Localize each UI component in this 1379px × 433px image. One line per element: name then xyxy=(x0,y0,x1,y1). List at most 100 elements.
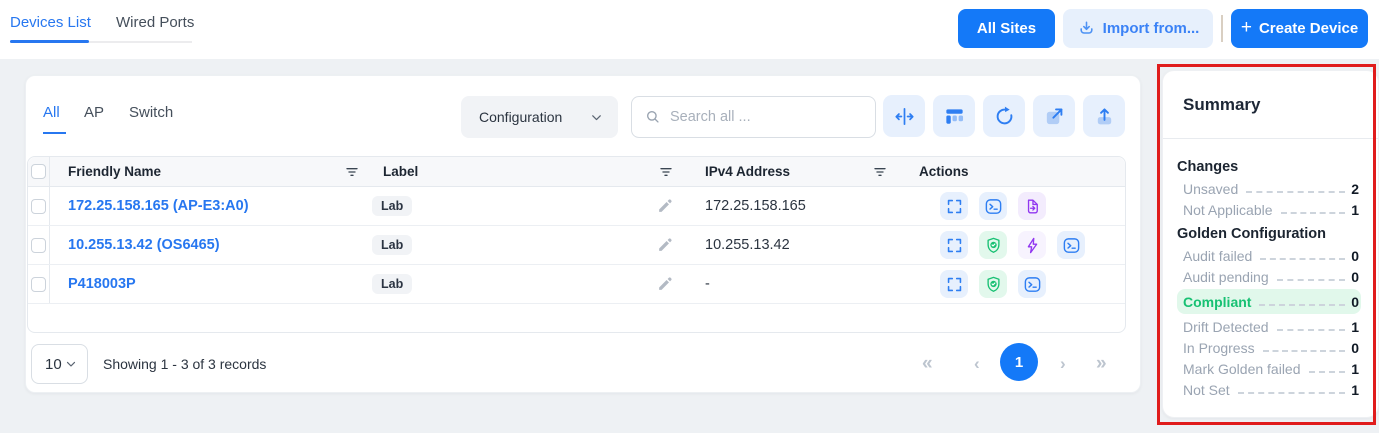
row-checkbox-cell xyxy=(28,265,50,303)
summary-row-in-progress[interactable]: In Progress 0 xyxy=(1177,337,1361,358)
summary-row-unsaved[interactable]: Unsaved 2 xyxy=(1177,178,1361,199)
summary-row-audit-failed[interactable]: Audit failed 0 xyxy=(1177,245,1361,266)
filter-icon[interactable] xyxy=(872,164,888,180)
summary-row-drift-detected[interactable]: Drift Detected 1 xyxy=(1177,316,1361,337)
dotted-leader xyxy=(1246,191,1345,193)
summary-section-heading: Changes xyxy=(1177,159,1361,175)
dotted-leader xyxy=(1263,350,1346,352)
search-icon xyxy=(644,108,662,126)
row-checkbox-cell xyxy=(28,187,50,225)
open-external-button[interactable] xyxy=(1033,95,1075,137)
lightning-icon[interactable] xyxy=(1018,231,1046,259)
filter-icon[interactable] xyxy=(658,164,674,180)
summary-row-mark-golden-failed[interactable]: Mark Golden failed 1 xyxy=(1177,358,1361,379)
current-page-button[interactable]: 1 xyxy=(1000,343,1038,381)
terminal-icon[interactable] xyxy=(1057,231,1085,259)
summary-row-not-set[interactable]: Not Set 1 xyxy=(1177,379,1361,400)
summary-row-not-applicable[interactable]: Not Applicable 1 xyxy=(1177,199,1361,220)
table-columns-button[interactable] xyxy=(933,95,975,137)
summary-row-label: Unsaved xyxy=(1183,181,1238,197)
file-export-icon[interactable] xyxy=(1018,192,1046,220)
summary-row-label: Audit failed xyxy=(1183,248,1252,264)
first-page-button[interactable]: « xyxy=(922,354,933,373)
expand-icon[interactable] xyxy=(940,231,968,259)
table-row: P418003P Lab - xyxy=(28,265,1125,304)
summary-row-compliant[interactable]: Compliant 0 xyxy=(1177,289,1361,314)
table-row: 10.255.13.42 (OS6465) Lab 10.255.13.42 xyxy=(28,226,1125,265)
all-sites-button[interactable]: All Sites xyxy=(958,9,1055,48)
ipv4-value: - xyxy=(705,276,710,292)
device-link[interactable]: P418003P xyxy=(68,276,136,292)
select-all-checkbox[interactable] xyxy=(31,164,46,179)
dotted-leader xyxy=(1238,392,1346,394)
shield-check-icon[interactable] xyxy=(979,231,1007,259)
summary-title: Summary xyxy=(1183,95,1260,115)
row-checkbox[interactable] xyxy=(31,238,46,253)
dotted-leader xyxy=(1309,371,1346,373)
expand-icon[interactable] xyxy=(940,270,968,298)
row-actions xyxy=(940,270,1046,298)
col-actions: Actions xyxy=(919,164,969,179)
tab-wired-ports[interactable]: Wired Ports xyxy=(116,14,194,31)
edit-label-icon[interactable] xyxy=(656,275,674,293)
tab-switch[interactable]: Switch xyxy=(129,104,173,121)
import-from-button[interactable]: Import from... xyxy=(1063,9,1213,48)
table-row: 172.25.158.165 (AP-E3:A0) Lab 172.25.158… xyxy=(28,187,1125,226)
dotted-leader xyxy=(1277,279,1346,281)
edit-label-icon[interactable] xyxy=(656,197,674,215)
terminal-icon[interactable] xyxy=(979,192,1007,220)
col-ipv4: IPv4 Address xyxy=(705,164,790,179)
summary-body: Changes Unsaved 2 Not Applicable 1 Golde… xyxy=(1177,153,1361,400)
dotted-leader xyxy=(1260,258,1345,260)
create-device-label: Create Device xyxy=(1259,20,1358,37)
active-tab-underline xyxy=(10,40,89,43)
divider xyxy=(1163,138,1378,139)
page-size-value: 10 xyxy=(45,356,62,373)
refresh-button[interactable] xyxy=(983,95,1025,137)
row-actions xyxy=(940,231,1085,259)
header-checkbox-cell xyxy=(28,157,50,186)
create-device-button[interactable]: + Create Device xyxy=(1231,9,1368,48)
device-link[interactable]: 172.25.158.165 (AP-E3:A0) xyxy=(68,198,249,214)
summary-row-value: 0 xyxy=(1351,269,1359,285)
search-input[interactable] xyxy=(670,109,865,125)
page-size-select[interactable]: 10 xyxy=(31,344,88,384)
dotted-leader xyxy=(1281,212,1346,214)
summary-row-value: 0 xyxy=(1351,340,1359,356)
download-icon xyxy=(1077,19,1096,38)
records-count-text: Showing 1 - 3 of 3 records xyxy=(103,356,266,372)
configuration-dropdown[interactable]: Configuration xyxy=(461,96,618,138)
search-box xyxy=(631,96,876,138)
plus-icon: + xyxy=(1241,18,1252,37)
filter-icon[interactable] xyxy=(344,164,360,180)
row-actions xyxy=(940,192,1046,220)
devices-card: All AP Switch Configuration xyxy=(25,75,1141,393)
next-page-button[interactable]: › xyxy=(1060,355,1066,372)
ipv4-value: 10.255.13.42 xyxy=(705,237,790,253)
tab-all[interactable]: All xyxy=(43,104,60,121)
shield-check-icon[interactable] xyxy=(979,270,1007,298)
row-checkbox[interactable] xyxy=(31,277,46,292)
summary-row-value: 0 xyxy=(1351,248,1359,264)
last-page-button[interactable]: » xyxy=(1096,354,1107,373)
col-friendly-name: Friendly Name xyxy=(68,164,161,179)
summary-row-audit-pending[interactable]: Audit pending 0 xyxy=(1177,266,1361,287)
upload-button[interactable] xyxy=(1083,95,1125,137)
edit-label-icon[interactable] xyxy=(656,236,674,254)
summary-row-value: 2 xyxy=(1351,181,1359,197)
expand-icon[interactable] xyxy=(940,192,968,220)
summary-row-label: Not Applicable xyxy=(1183,202,1273,218)
column-resize-button[interactable] xyxy=(883,95,925,137)
devices-page: Devices List Wired Ports All Sites Impor… xyxy=(0,0,1379,433)
tab-devices-list[interactable]: Devices List xyxy=(10,14,91,31)
prev-page-button[interactable]: ‹ xyxy=(974,355,980,372)
active-subtab-underline xyxy=(43,132,66,134)
device-link[interactable]: 10.255.13.42 (OS6465) xyxy=(68,237,220,253)
label-badge: Lab xyxy=(372,235,412,255)
chevron-down-icon xyxy=(64,357,78,371)
tab-ap[interactable]: AP xyxy=(84,104,104,121)
terminal-icon[interactable] xyxy=(1018,270,1046,298)
summary-row-value: 1 xyxy=(1351,361,1359,377)
chevron-down-icon xyxy=(589,110,604,125)
row-checkbox[interactable] xyxy=(31,199,46,214)
